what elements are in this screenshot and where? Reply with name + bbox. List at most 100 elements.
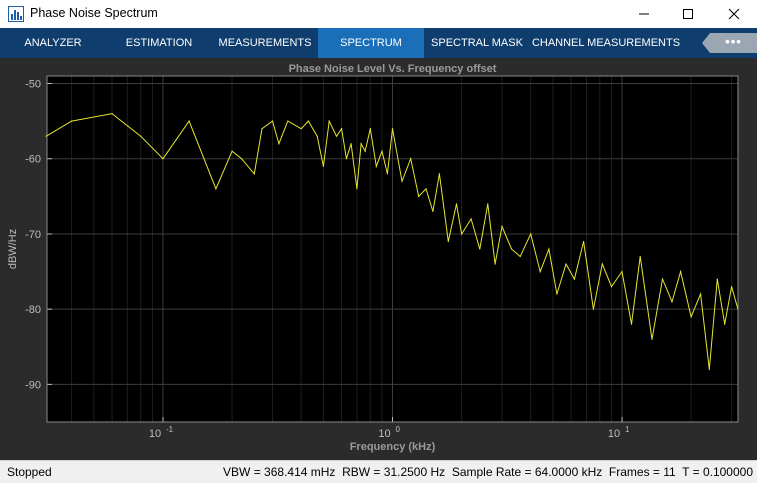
trace-point [231,150,233,152]
trace-point [261,128,263,130]
trace-point [680,270,682,273]
trace-point [162,158,164,160]
trace-point [700,293,702,295]
trace-point [432,210,434,212]
trace-point [386,173,388,175]
y-tick-label: -90 [25,379,41,391]
close-button[interactable] [711,0,757,28]
trace-point [401,180,403,182]
trace-point [601,263,603,265]
status-state: Stopped [7,465,52,479]
trace-point [447,240,449,243]
close-icon [728,8,740,20]
toolstrip: ANALYZER ESTIMATION MEASUREMENTS SPECTRU… [0,28,757,58]
trace-point [418,195,420,197]
tab-channel-measurements[interactable]: CHANNEL MEASUREMENTS [530,28,682,58]
trace-point [479,248,481,250]
trace-point [494,263,496,265]
trace-point [215,188,217,190]
maximize-icon [683,9,693,19]
trace-point [651,338,653,340]
trace-point [708,368,710,370]
trace-point [140,135,142,137]
trace-point [730,286,733,288]
minimize-icon [639,13,649,15]
trace-point [582,240,585,243]
tab-spectral-mask[interactable]: SPECTRAL MASK [424,28,530,58]
trace-point [188,120,190,122]
x-tick-exponent: -1 [166,425,174,434]
trace-point [716,278,718,280]
x-axis-label: Frequency (kHz) [350,441,436,453]
trace-point [661,278,664,280]
overflow-notch [702,33,710,53]
trace-point [548,248,550,250]
y-tick-label: -70 [25,229,41,241]
trace-point [240,158,243,160]
trace-point [592,308,594,310]
trace-point [565,263,567,265]
trace-point [253,173,255,175]
x-tick-label: 10 [149,428,161,440]
trace-point [410,158,412,160]
trace-point [690,316,692,318]
tab-spectrum[interactable]: SPECTRUM [318,28,424,58]
y-axis-label: dBW/Hz [7,229,19,269]
title-bar: Phase Noise Spectrum [0,0,757,28]
trace-point [381,150,383,152]
y-tick-label: -60 [25,154,41,166]
tab-measurements[interactable]: MEASUREMENTS [212,28,318,58]
window-title: Phase Noise Spectrum [30,6,158,20]
trace-point [639,255,641,258]
trace-point [340,128,343,130]
trace-point [425,188,427,190]
x-tick-label: 10 [608,428,620,440]
trace-point [461,233,463,235]
trace-point [45,135,47,137]
trace-point [671,301,673,303]
y-tick-label: -50 [25,79,41,91]
tab-estimation[interactable]: ESTIMATION [106,28,212,58]
toolstrip-overflow-button[interactable]: ••• [702,33,757,53]
trace-point [510,248,513,250]
status-measurements: VBW = 368.414 mHz RBW = 31.2500 Hz Sampl… [223,465,753,479]
x-tick-exponent: 1 [625,425,630,434]
trace-point [322,165,324,167]
trace-point [300,128,302,130]
trace-point [438,173,440,175]
trace-point [360,143,362,145]
scope-app-icon [8,6,24,22]
minimize-button[interactable] [621,0,667,28]
trace-point [621,270,623,273]
trace-point [364,150,366,152]
tab-analyzer[interactable]: ANALYZER [0,28,106,58]
plot-figure: 10 -1 10 0 10 1 -50 -60 -70 -80 -90 Phase Noise Lev… [0,58,757,460]
trace-point [630,323,633,325]
trace-point [455,203,458,205]
chart-title: Phase Noise Level Vs. Frequency offset [289,63,497,75]
phase-noise-chart[interactable]: 10 -1 10 0 10 1 -50 -60 -70 -80 -90 Phase Noise Lev… [0,58,757,460]
maximize-button[interactable] [665,0,711,28]
trace-point [71,120,73,122]
trace-point [111,113,113,115]
trace-point [530,233,532,235]
trace-point [307,120,309,122]
trace-point [539,270,541,273]
trace-point [519,255,521,258]
trace-point [610,286,613,288]
trace-point [724,323,726,325]
y-tick-label: -80 [25,304,41,316]
trace-point [470,218,472,220]
trace-point [335,135,338,137]
trace-point [391,128,394,130]
trace-point [271,120,274,122]
trace-point [369,128,371,130]
trace-point [375,165,377,167]
status-bar: Stopped VBW = 368.414 mHz RBW = 31.2500 … [0,460,757,483]
trace-point [278,143,280,145]
trace-point [328,120,330,122]
trace-point [556,293,558,295]
trace-point [737,308,739,310]
trace-point [573,278,575,280]
x-tick-label: 10 [378,428,390,440]
